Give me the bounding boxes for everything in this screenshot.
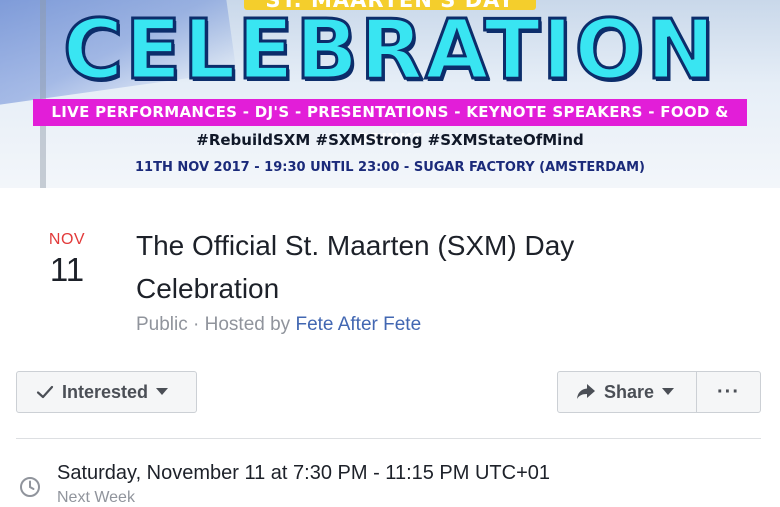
cover-date-line: 11TH NOV 2017 - 19:30 UNTIL 23:00 - SUGA… xyxy=(135,160,645,175)
cover-hashtags: #RebuildSXM #SXMStrong #SXMStateOfMind xyxy=(196,131,584,149)
host-link[interactable]: Fete After Fete xyxy=(295,314,421,335)
share-label: Share xyxy=(604,381,655,402)
cover-activities-bar: LIVE PERFORMANCES - DJ'S - PRESENTATIONS… xyxy=(33,99,747,148)
share-arrow-icon xyxy=(576,384,596,400)
event-day: 11 xyxy=(49,251,85,288)
more-options-button[interactable]: ··· xyxy=(696,371,761,413)
interested-button[interactable]: Interested xyxy=(16,371,197,413)
caret-down-icon xyxy=(662,388,675,396)
hosted-by-label: Hosted by xyxy=(204,314,296,335)
more-options-icon: ··· xyxy=(717,380,740,403)
event-time-relative: Next Week xyxy=(57,489,135,506)
caret-down-icon xyxy=(156,388,169,396)
clock-icon xyxy=(19,476,41,498)
event-title: The Official St. Maarten (SXM) Day Celeb… xyxy=(136,230,575,304)
event-meta: Public · Hosted by Fete After Fete xyxy=(136,314,421,336)
event-month: NOV xyxy=(48,231,86,248)
share-button[interactable]: Share xyxy=(557,371,697,413)
cover-title: CELEBRATION xyxy=(62,3,717,98)
meta-separator: · xyxy=(187,314,205,335)
interested-label: Interested xyxy=(62,381,149,402)
event-privacy: Public xyxy=(136,314,188,335)
event-date-badge: NOV 11 xyxy=(44,231,90,289)
section-divider xyxy=(16,438,761,439)
event-time[interactable]: Saturday, November 11 at 7:30 PM - 11:15… xyxy=(57,462,550,485)
event-cover-image[interactable]: ST. MAARTEN'S DAY CELEBRATION LIVE PERFO… xyxy=(0,0,780,188)
check-icon xyxy=(36,384,54,400)
